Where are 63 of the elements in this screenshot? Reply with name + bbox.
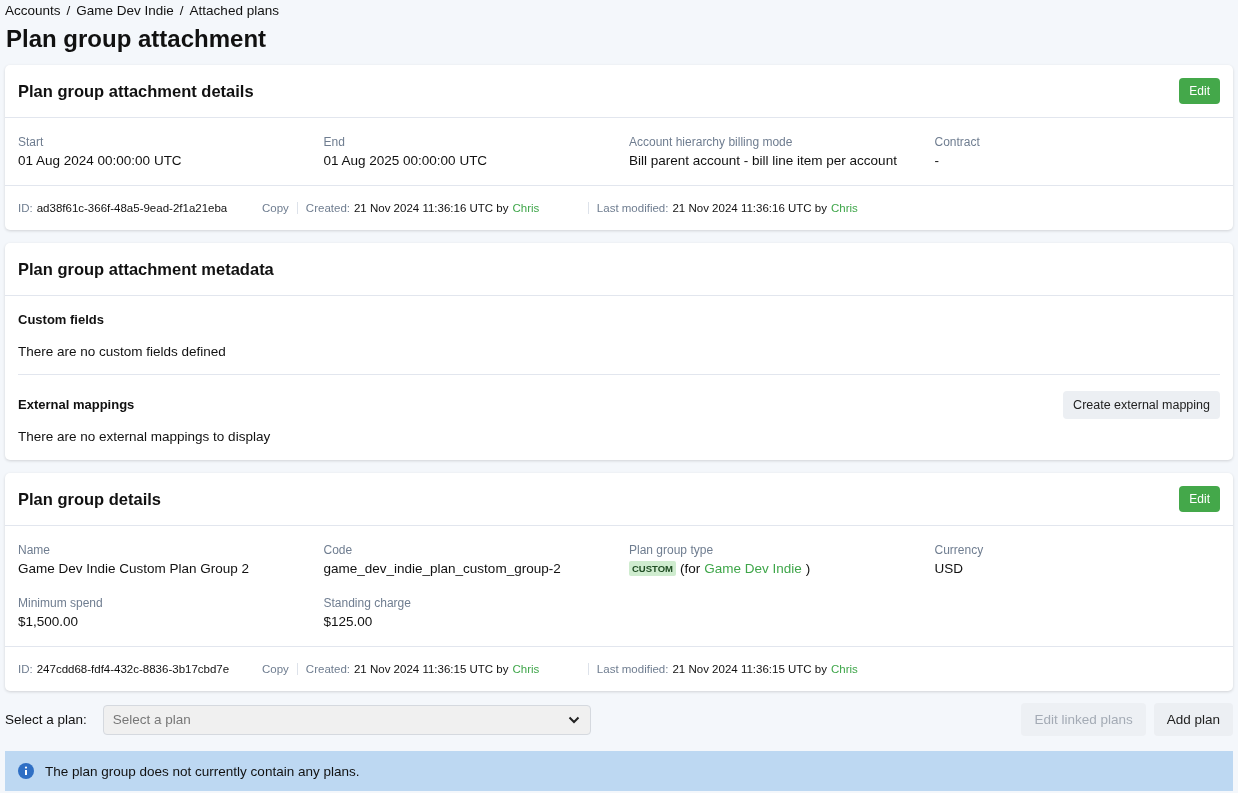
field-label: Code: [323, 543, 354, 557]
edit-button[interactable]: Edit: [1179, 486, 1220, 512]
info-message: The plan group does not currently contain any plans.: [45, 763, 360, 779]
created-date: 21 Nov 2024 11:36:16 UTC by: [353, 202, 509, 214]
card-title: Plan group attachment metadata: [18, 259, 274, 279]
created-label: Created:: [305, 202, 350, 214]
field-value: USD: [934, 561, 964, 576]
field-value: $125.00: [323, 614, 374, 629]
create-mapping-button[interactable]: Create external mapping: [1063, 391, 1220, 419]
user-link[interactable]: Chris: [512, 663, 540, 675]
type-badge: CUSTOM: [629, 561, 676, 576]
breadcrumb-link[interactable]: Accounts: [5, 3, 61, 18]
field-label: Plan group type: [629, 543, 715, 557]
modified-label: Last modified:: [596, 663, 669, 675]
select-label: Select a plan:: [5, 712, 87, 727]
empty-message: There are no custom fields defined: [18, 344, 227, 359]
breadcrumb-link[interactable]: Game Dev Indie: [76, 3, 174, 18]
page-title: Plan group attachment: [6, 25, 268, 53]
field-label: Account hierarchy billing mode: [629, 135, 794, 149]
modified-date: 21 Nov 2024 11:36:16 UTC by: [672, 202, 827, 214]
breadcrumb-separator: /: [66, 3, 71, 18]
id-label: ID:: [18, 663, 33, 675]
user-link[interactable]: Chris: [830, 202, 858, 214]
add-plan-button[interactable]: Add plan: [1153, 703, 1233, 736]
plan-select[interactable]: Select a plan: [102, 704, 591, 735]
field-value: ): [805, 561, 811, 576]
empty-message: There are no external mappings to display: [18, 429, 272, 444]
account-link[interactable]: Game Dev Indie: [704, 561, 802, 576]
user-link[interactable]: Chris: [830, 663, 858, 675]
copy-link[interactable]: Copy: [262, 202, 298, 214]
breadcrumb-link[interactable]: Attached plans: [189, 3, 279, 18]
section-heading: Custom fields: [18, 312, 105, 327]
field-value: 01 Aug 2024 00:00:00 UTC: [18, 153, 183, 168]
field-value: Bill parent account - bill line item per account: [629, 153, 898, 168]
field-label: Minimum spend: [18, 596, 104, 610]
field-label: Contract: [934, 135, 981, 149]
field-value: -: [934, 153, 940, 168]
info-icon: [18, 763, 34, 779]
field-label: Start: [18, 135, 45, 149]
field-value: 01 Aug 2025 00:00:00 UTC: [323, 153, 489, 168]
field-value: Game Dev Indie Custom Plan Group 2: [18, 561, 251, 576]
created-label: Created:: [305, 663, 350, 675]
created-date: 21 Nov 2024 11:36:15 UTC by: [353, 663, 509, 675]
id-value: 247cdd68-fdf4-432c-8836-3b17cbd7e: [36, 663, 230, 675]
copy-link[interactable]: Copy: [262, 663, 298, 675]
id-value: ad38f61c-366f-48a5-9ead-2f1a21eba: [36, 202, 228, 214]
field-value: game_dev_indie_plan_custom_group-2: [323, 561, 562, 576]
modified-label: Last modified:: [596, 202, 669, 214]
edit-button[interactable]: Edit: [1179, 78, 1220, 104]
card-title: Plan group attachment details: [18, 81, 254, 101]
card-title: Plan group details: [18, 489, 162, 509]
section-heading: External mappings: [18, 397, 135, 412]
chevron-down-icon: [567, 715, 580, 724]
id-label: ID:: [18, 202, 33, 214]
field-value: $1,500.00: [18, 614, 80, 629]
user-link[interactable]: Chris: [512, 202, 540, 214]
field-label: Name: [18, 543, 51, 557]
field-value: (for: [680, 561, 701, 576]
field-label: Standing charge: [323, 596, 412, 610]
breadcrumb-separator: /: [179, 3, 184, 18]
field-label: Currency: [934, 543, 985, 557]
modified-date: 21 Nov 2024 11:36:15 UTC by: [672, 663, 827, 675]
field-label: End: [323, 135, 346, 149]
